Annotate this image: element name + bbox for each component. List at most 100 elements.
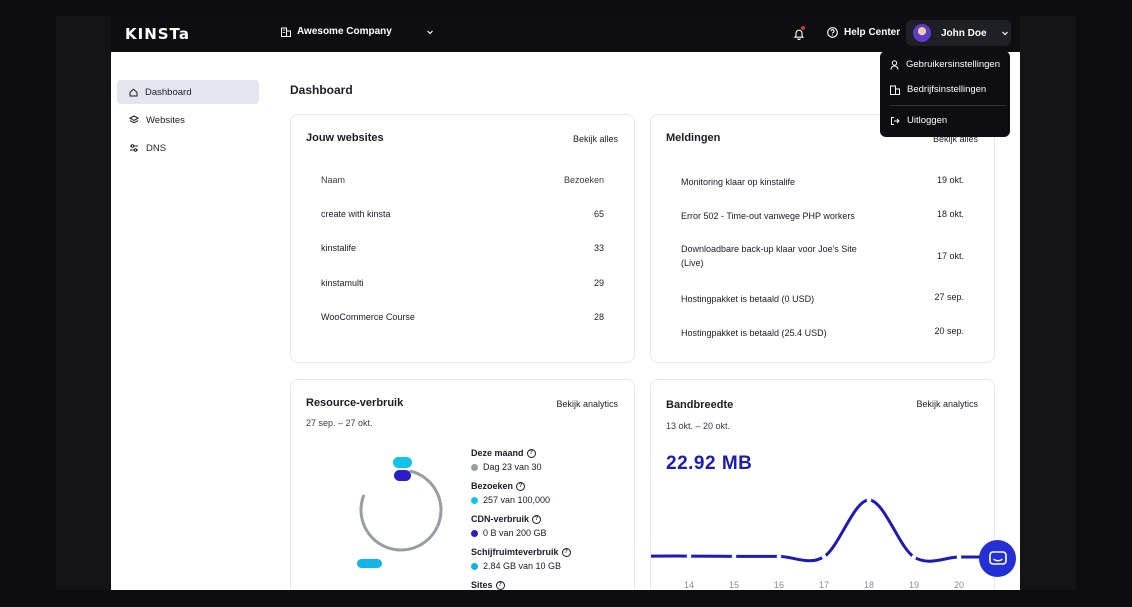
sidebar-item-label: DNS: [146, 142, 167, 154]
chat-launcher-button[interactable]: [979, 540, 1016, 577]
table-row[interactable]: kinstamulti 29: [321, 278, 604, 288]
bandwidth-line-chart: 14 15 16 17 18 19 20: [651, 497, 996, 590]
legend-dot: [471, 529, 478, 537]
notification-date: 17 okt.: [936, 251, 964, 261]
notification-date: 18 okt.: [936, 209, 964, 219]
dns-icon: [130, 144, 138, 152]
menu-item-label: Gebruikersinstellingen: [906, 59, 1000, 70]
app-frame: KINSTa Awesome Company Help Center John …: [56, 16, 1076, 590]
table-row[interactable]: WooCommerce Course 28: [321, 312, 604, 322]
legend-value: Dag 23 van 30: [483, 462, 542, 472]
kinsta-logo[interactable]: KINSTa: [125, 25, 190, 43]
list-item[interactable]: Monitoring klaar op kinstalife 19 okt.: [681, 175, 964, 189]
home-icon: [129, 88, 138, 96]
date-range: 27 sep. – 27 okt.: [306, 418, 373, 428]
view-all-websites-link[interactable]: Bekijk alles: [573, 134, 618, 144]
series-line: [651, 498, 996, 563]
question-icon[interactable]: ?: [526, 448, 536, 458]
menu-item-logout[interactable]: Uitloggen: [890, 115, 947, 126]
legend-label: Schijfruimteverbruik: [471, 547, 559, 557]
site-visits: 65: [593, 209, 604, 219]
notification-message: Downloadbare back-up klaar voor Joe's Si…: [681, 244, 857, 268]
page-title: Dashboard: [290, 83, 353, 97]
question-icon[interactable]: ?: [561, 547, 571, 557]
sidebar-item-label: Dashboard: [145, 86, 192, 98]
list-item[interactable]: Error 502 - Time-out vanwege PHP workers…: [681, 209, 964, 223]
logout-icon: [891, 116, 900, 125]
x-tick-label: 16: [774, 580, 784, 590]
site-name: kinstalife: [321, 243, 357, 253]
list-item[interactable]: Hostingpakket is betaald (25.4 USD) 20 s…: [681, 326, 964, 340]
visits-pill: [393, 457, 412, 468]
data-point[interactable]: [911, 554, 917, 560]
card-title: Bandbreedte: [666, 399, 734, 411]
legend-label: Bezoeken: [471, 481, 514, 491]
building-icon: [890, 85, 900, 95]
card-title: Jouw websites: [306, 132, 384, 144]
company-switcher[interactable]: Awesome Company: [281, 26, 440, 37]
menu-item-company-settings[interactable]: Bedrijfsinstellingen: [890, 84, 986, 95]
legend-label: Sites: [471, 580, 493, 590]
column-name: Naam: [321, 175, 346, 185]
help-center-link[interactable]: Help Center: [827, 27, 900, 38]
site-visits: 29: [593, 278, 604, 288]
table-row[interactable]: create with kinsta 65: [321, 209, 604, 219]
notification-date: 20 sep.: [934, 326, 964, 336]
building-icon: [281, 27, 291, 37]
menu-divider: [890, 105, 1006, 106]
data-point[interactable]: [956, 554, 962, 560]
top-navigation: KINSTa Awesome Company Help Center John …: [111, 16, 1020, 52]
disk-pill: [357, 559, 382, 568]
menu-item-user-settings[interactable]: Gebruikersinstellingen: [890, 59, 1000, 70]
question-icon[interactable]: ?: [516, 481, 526, 491]
unread-dot: [801, 26, 805, 30]
x-tick-label: 20: [954, 580, 964, 590]
notification-message: Hostingpakket is betaald (0 USD): [681, 294, 815, 304]
view-analytics-link[interactable]: Bekijk analytics: [916, 399, 978, 409]
company-name: Awesome Company: [297, 26, 392, 37]
list-item[interactable]: Downloadbare back-up klaar voor Joe's Si…: [681, 242, 964, 270]
x-tick-label: 18: [864, 580, 874, 590]
site-name: WooCommerce Course: [321, 312, 415, 322]
notification-message: Error 502 - Time-out vanwege PHP workers: [681, 211, 855, 221]
avatar: [913, 24, 931, 42]
data-point[interactable]: [731, 554, 737, 559]
notification-message: Monitoring klaar op kinstalife: [681, 177, 796, 187]
bandwidth-total: 22.92 MB: [666, 453, 753, 474]
table-row[interactable]: kinstalife 33: [321, 243, 604, 253]
data-point[interactable]: [866, 497, 872, 503]
x-tick-label: 17: [819, 580, 829, 590]
chevron-down-icon: [1001, 31, 1008, 36]
notification-date: 19 okt.: [936, 175, 964, 185]
site-visits: 28: [593, 312, 604, 322]
sidebar: Dashboard Websites DNS: [111, 52, 271, 590]
x-tick-label: 15: [729, 580, 739, 590]
data-point[interactable]: [776, 554, 782, 559]
chevron-down-icon: [426, 30, 433, 34]
legend-label: Deze maand: [471, 448, 524, 458]
sidebar-item-websites[interactable]: Websites: [117, 108, 259, 132]
data-point[interactable]: [821, 554, 827, 559]
sidebar-item-dashboard[interactable]: Dashboard: [117, 80, 259, 104]
view-analytics-link[interactable]: Bekijk analytics: [556, 399, 618, 409]
legend-visits: Bezoeken? 257 van 100,000: [471, 481, 550, 505]
list-item[interactable]: Hostingpakket is betaald (0 USD) 27 sep.: [681, 292, 964, 306]
question-icon: [827, 27, 838, 38]
notifications-bell[interactable]: [793, 26, 805, 45]
question-icon[interactable]: ?: [495, 580, 505, 590]
resource-donut: [357, 457, 443, 568]
user-dropdown-menu: Gebruikersinstellingen Bedrijfsinstellin…: [880, 51, 1010, 137]
user-menu-button[interactable]: John Doe: [906, 20, 1011, 46]
data-point[interactable]: [686, 553, 692, 559]
legend-dot: [471, 562, 478, 570]
question-icon[interactable]: ?: [532, 514, 542, 524]
sidebar-item-label: Websites: [146, 114, 185, 126]
date-range: 13 okt. – 20 okt.: [666, 421, 731, 431]
site-name: kinstamulti: [321, 278, 364, 288]
sidebar-item-dns[interactable]: DNS: [117, 136, 259, 160]
column-visits: Bezoeken: [563, 175, 604, 185]
x-tick-label: 19: [909, 580, 919, 590]
site-visits: 33: [593, 243, 604, 253]
legend-month: Deze maand? Dag 23 van 30: [471, 448, 542, 472]
menu-item-label: Uitloggen: [907, 115, 948, 126]
